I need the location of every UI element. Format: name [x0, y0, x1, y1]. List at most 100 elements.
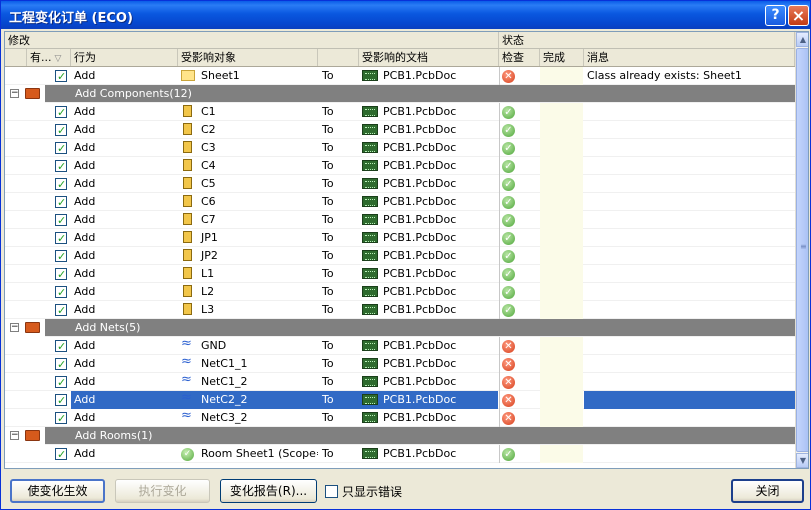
row-enabled-checkbox[interactable]: [55, 355, 69, 373]
checkbox-checked-icon: [55, 446, 67, 463]
table-row[interactable]: Add C7 To PCB1.PcbDoc ✓: [5, 211, 795, 229]
doc-icon-cell: [362, 283, 380, 301]
row-to: To: [319, 391, 359, 409]
execute-changes-button[interactable]: 执行变化: [115, 479, 210, 503]
report-changes-button[interactable]: 变化报告(R)...: [220, 479, 317, 503]
row-doc: PCB1.PcbDoc: [383, 339, 457, 352]
row-doc: PCB1.PcbDoc: [380, 391, 498, 409]
row-doc: PCB1.PcbDoc: [383, 177, 457, 190]
table-row[interactable]: Add ≈ GND To PCB1.PcbDoc ✕: [5, 337, 795, 355]
table-row[interactable]: Add ≈ NetC1_1 To PCB1.PcbDoc ✕: [5, 355, 795, 373]
doc-icon-cell: [362, 157, 380, 175]
row-enabled-checkbox[interactable]: [55, 157, 69, 175]
row-enabled-checkbox[interactable]: [55, 139, 69, 157]
row-enabled-checkbox[interactable]: [55, 67, 69, 85]
row-object: C3: [201, 141, 216, 154]
check-ok-icon: ✓: [502, 231, 515, 245]
table-row[interactable]: Add ≈ NetC3_2 To PCB1.PcbDoc ✕: [5, 409, 795, 427]
row-message: [584, 229, 795, 247]
scroll-thumb[interactable]: ≡: [796, 48, 808, 452]
row-check-status: ✓: [499, 283, 539, 301]
table-row[interactable]: Add Sheet1 To PCB1.PcbDoc ✕ Class already exi…: [5, 67, 795, 85]
row-enabled-checkbox[interactable]: [55, 103, 69, 121]
object-icon-cell: [181, 103, 197, 121]
table-row[interactable]: Add ✓ Room Sheet1 (Scope=In To PCB1.PcbDoc ✓: [5, 445, 795, 463]
row-enabled-checkbox[interactable]: [55, 193, 69, 211]
collapse-icon[interactable]: −: [10, 431, 19, 440]
close-button[interactable]: 关闭: [731, 479, 804, 503]
pcb-doc-icon: [362, 213, 378, 225]
expand-column-header[interactable]: [5, 49, 27, 66]
row-to: To: [322, 141, 334, 154]
scroll-up-icon[interactable]: ▲: [796, 32, 808, 47]
row-message: [584, 175, 795, 193]
column-to[interactable]: [318, 49, 359, 66]
row-enabled-checkbox[interactable]: [55, 337, 69, 355]
row-check-status: ✕: [499, 355, 539, 373]
row-enabled-checkbox[interactable]: [55, 445, 69, 463]
group-row[interactable]: − Add Nets(5): [5, 319, 795, 337]
row-done-status: [540, 175, 583, 193]
row-enabled-checkbox[interactable]: [55, 373, 69, 391]
column-action[interactable]: 行为: [71, 49, 178, 66]
table-row[interactable]: Add C5 To PCB1.PcbDoc ✓: [5, 175, 795, 193]
group-label: Add Components(12): [75, 87, 192, 100]
table-row-selected[interactable]: Add ≈ NetC2_2To PCB1.PcbDoc ✕: [5, 391, 795, 409]
table-row[interactable]: Add C3 To PCB1.PcbDoc ✓: [5, 139, 795, 157]
row-enabled-checkbox[interactable]: [55, 247, 69, 265]
row-object: C1: [201, 105, 216, 118]
table-row[interactable]: Add C2 To PCB1.PcbDoc ✓: [5, 121, 795, 139]
component-icon: [183, 105, 192, 117]
table-row[interactable]: Add C4 To PCB1.PcbDoc ✓: [5, 157, 795, 175]
row-message: [584, 157, 795, 175]
row-enabled-checkbox[interactable]: [55, 409, 69, 427]
group-row[interactable]: − Add Components(12): [5, 85, 795, 103]
row-check-status: ✓: [499, 175, 539, 193]
room-icon: ✓: [181, 447, 194, 461]
table-row[interactable]: Add C1 To PCB1.PcbDoc ✓: [5, 103, 795, 121]
row-enabled-checkbox[interactable]: [55, 301, 69, 319]
doc-icon-cell: [362, 67, 380, 85]
column-message[interactable]: 消息: [584, 49, 795, 66]
validate-changes-button[interactable]: 使变化生效: [10, 479, 105, 503]
row-message: [584, 139, 795, 157]
row-enabled-checkbox[interactable]: [55, 229, 69, 247]
collapse-icon[interactable]: −: [10, 89, 19, 98]
table-row[interactable]: Add JP1 To PCB1.PcbDoc ✓: [5, 229, 795, 247]
column-done[interactable]: 完成: [540, 49, 584, 66]
close-window-button[interactable]: ×: [788, 5, 809, 26]
checkbox-checked-icon: [55, 248, 67, 265]
group-row[interactable]: − Add Rooms(1): [5, 427, 795, 445]
scroll-down-icon[interactable]: ▼: [796, 453, 808, 468]
table-row[interactable]: Add L3 To PCB1.PcbDoc ✓: [5, 301, 795, 319]
help-button[interactable]: ?: [765, 5, 786, 26]
row-enabled-checkbox[interactable]: [55, 391, 69, 409]
row-to: To: [322, 411, 334, 424]
row-enabled-checkbox[interactable]: [55, 121, 69, 139]
table-row[interactable]: Add L1 To PCB1.PcbDoc ✓: [5, 265, 795, 283]
vertical-scrollbar[interactable]: ▲ ≡ ▼: [795, 32, 808, 468]
row-enabled-checkbox[interactable]: [55, 211, 69, 229]
row-enabled-checkbox[interactable]: [55, 175, 69, 193]
column-affected-object[interactable]: 受影响对象: [178, 49, 318, 66]
check-error-icon: ✕: [502, 393, 515, 407]
component-icon: [183, 213, 192, 225]
column-affected-doc[interactable]: 受影响的文档: [359, 49, 499, 66]
row-enabled-checkbox[interactable]: [55, 265, 69, 283]
table-row[interactable]: Add ≈ NetC1_2 To PCB1.PcbDoc ✕: [5, 373, 795, 391]
row-check-status: ✕: [499, 373, 539, 391]
table-row[interactable]: Add L2 To PCB1.PcbDoc ✓: [5, 283, 795, 301]
collapse-icon[interactable]: −: [10, 323, 19, 332]
row-message: [584, 445, 795, 463]
only-show-errors-checkbox[interactable]: [325, 485, 338, 498]
row-done-status: [540, 229, 583, 247]
table-row[interactable]: Add JP2 To PCB1.PcbDoc ✓: [5, 247, 795, 265]
row-message: [584, 283, 795, 301]
column-enabled[interactable]: 有... ▽: [27, 49, 71, 66]
rows-container: Add Sheet1 To PCB1.PcbDoc ✕ Class already exi…: [5, 67, 795, 463]
column-check[interactable]: 检查: [499, 49, 540, 66]
row-enabled-checkbox[interactable]: [55, 283, 69, 301]
table-row[interactable]: Add C6 To PCB1.PcbDoc ✓: [5, 193, 795, 211]
row-to: To: [322, 375, 334, 388]
row-to: To: [322, 303, 334, 316]
